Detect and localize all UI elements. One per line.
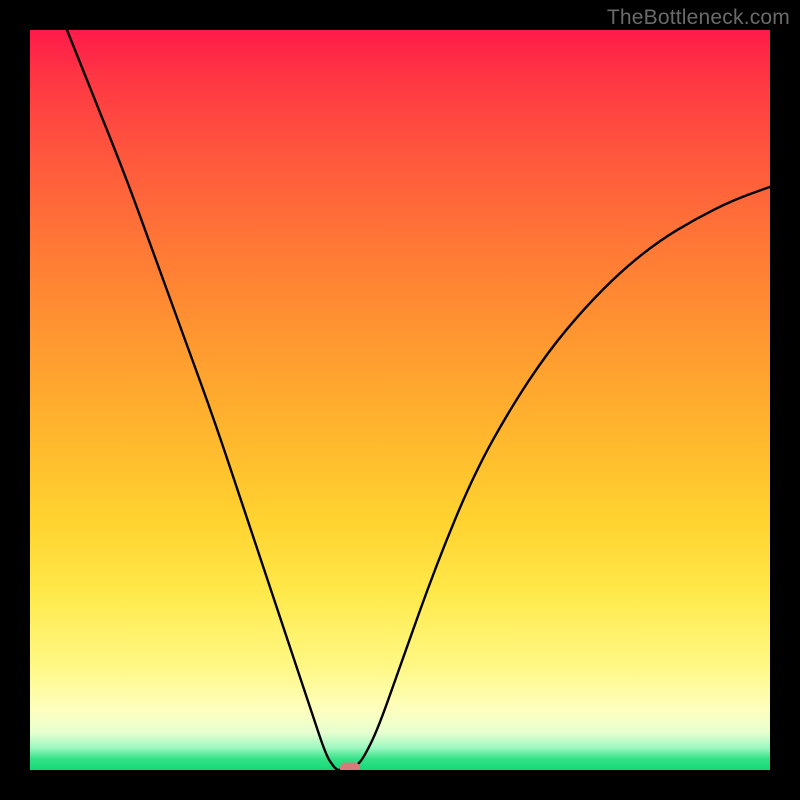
- curve-svg: [30, 30, 770, 770]
- plot-area: [30, 30, 770, 770]
- optimal-marker: [340, 762, 360, 770]
- watermark-text: TheBottleneck.com: [607, 6, 790, 30]
- bottleneck-curve: [67, 30, 770, 770]
